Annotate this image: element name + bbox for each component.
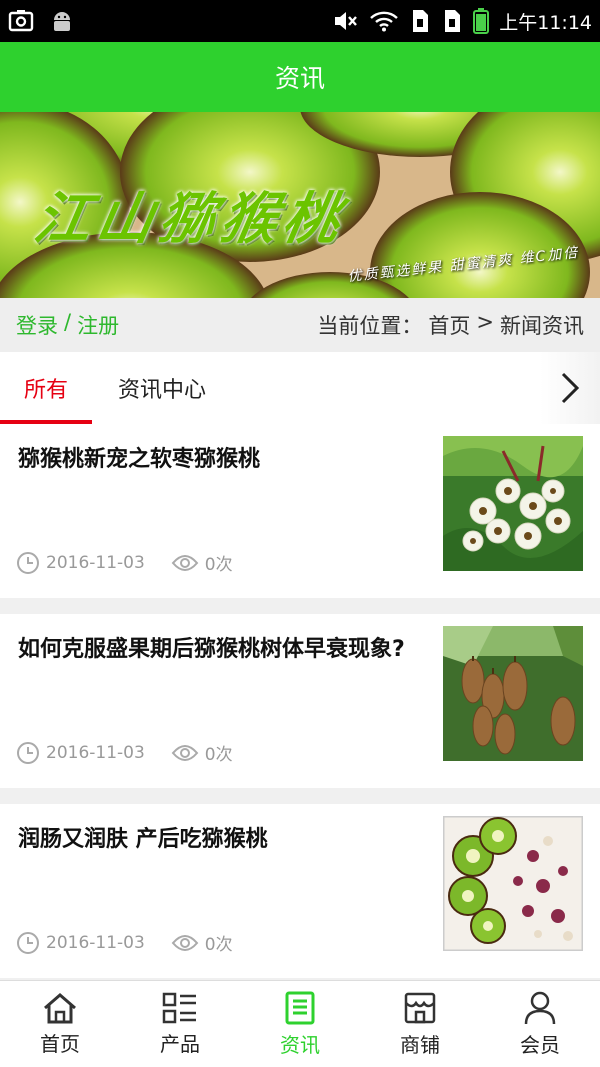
news-title: 如何克服盛果期后猕猴桃树体早衰现象? xyxy=(18,637,405,662)
breadcrumb-home[interactable]: 首页 xyxy=(428,310,470,340)
clock-icon xyxy=(17,551,39,574)
bottom-tab-bar: 首页 产品 资讯 商铺 会员 xyxy=(0,980,600,1067)
location-bar: 登录 / 注册 当前位置： 首页 > 新闻资讯 xyxy=(0,298,600,352)
news-date: 2016-11-03 xyxy=(46,742,145,763)
breadcrumb-label: 当前位置： xyxy=(317,314,423,338)
news-views: 0次 xyxy=(204,935,233,955)
banner-title: 江山猕猴桃 xyxy=(29,186,352,252)
news-meta: 2016-11-03 0次 xyxy=(16,930,233,955)
news-date: 2016-11-03 xyxy=(46,552,145,573)
user-icon xyxy=(524,991,556,1024)
login-separator: / xyxy=(64,310,72,334)
status-time: 上午11:14 xyxy=(499,11,592,34)
clock-icon xyxy=(17,741,39,764)
banner-image: 江山猕猴桃 优质甄选鲜果 甜蜜清爽 维C加倍 xyxy=(0,112,600,298)
tab-all[interactable]: 所有 xyxy=(0,352,92,424)
tabbar-label: 资讯 xyxy=(280,1032,320,1057)
news-meta: 2016-11-03 0次 xyxy=(16,740,233,765)
news-thumbnail[interactable] xyxy=(443,436,583,571)
news-item[interactable]: 润肠又润肤 产后吃猕猴桃 2016-11-03 0次 xyxy=(0,804,600,978)
breadcrumb-arrow: > xyxy=(476,310,494,334)
sim-card-icon-2 xyxy=(441,9,463,33)
news-thumbnail[interactable] xyxy=(443,816,583,951)
tabbar-label: 首页 xyxy=(40,1031,80,1056)
news-title: 猕猴桃新宠之软枣猕猴桃 xyxy=(18,447,261,472)
tab-news-center[interactable]: 资讯中心 xyxy=(92,352,232,424)
eye-icon xyxy=(171,744,199,761)
tabbar-item-news[interactable]: 资讯 xyxy=(240,981,360,1067)
login-register-links: 登录 / 注册 xyxy=(16,310,119,340)
news-item[interactable]: 如何克服盛果期后猕猴桃树体早衰现象? 2016-11-03 0次 xyxy=(0,614,600,788)
android-icon xyxy=(50,9,74,33)
login-link[interactable]: 登录 xyxy=(16,310,58,340)
home-icon xyxy=(44,992,76,1023)
news-item[interactable]: 猕猴桃新宠之软枣猕猴桃 2016-11-03 0次 xyxy=(0,424,600,598)
grid-list-icon xyxy=(162,992,196,1023)
category-tabs: 所有 资讯中心 xyxy=(0,352,600,424)
document-icon xyxy=(285,991,315,1024)
tab-all-label: 所有 xyxy=(23,378,68,403)
store-icon xyxy=(404,992,436,1023)
sim-card-icon xyxy=(409,9,431,33)
tabbar-item-home[interactable]: 首页 xyxy=(0,981,120,1067)
app-header: 资讯 xyxy=(0,42,600,112)
breadcrumb-current: 新闻资讯 xyxy=(500,314,584,338)
news-thumbnail[interactable] xyxy=(443,626,583,761)
eye-icon xyxy=(171,554,199,571)
tabbar-label: 产品 xyxy=(160,1031,200,1056)
mute-icon xyxy=(333,10,359,32)
tabbar-item-store[interactable]: 商铺 xyxy=(360,981,480,1067)
news-date: 2016-11-03 xyxy=(46,932,145,953)
wifi-icon xyxy=(369,10,399,32)
news-views: 0次 xyxy=(204,745,233,765)
news-meta: 2016-11-03 0次 xyxy=(16,550,233,575)
battery-icon xyxy=(473,8,490,34)
tabbar-item-member[interactable]: 会员 xyxy=(480,981,600,1067)
chevron-right-icon xyxy=(561,372,580,404)
news-title: 润肠又润肤 产后吃猕猴桃 xyxy=(18,827,268,852)
tab-news-center-label: 资讯中心 xyxy=(117,378,206,403)
tabbar-item-products[interactable]: 产品 xyxy=(120,981,240,1067)
news-views: 0次 xyxy=(204,555,233,575)
eye-icon xyxy=(171,934,199,951)
breadcrumb: 当前位置： 首页 > 新闻资讯 xyxy=(317,310,584,340)
tabbar-label: 会员 xyxy=(520,1032,560,1057)
tabbar-label: 商铺 xyxy=(400,1032,440,1057)
page-title: 资讯 xyxy=(274,64,325,93)
screenshot-icon xyxy=(8,10,34,32)
tabs-next-button[interactable] xyxy=(540,352,600,424)
news-list: 猕猴桃新宠之软枣猕猴桃 2016-11-03 0次 如何克服盛果期后猕猴桃树体早… xyxy=(0,424,600,994)
register-link[interactable]: 注册 xyxy=(77,310,119,340)
status-bar: 上午11:14 xyxy=(0,0,600,42)
clock-icon xyxy=(17,931,39,954)
